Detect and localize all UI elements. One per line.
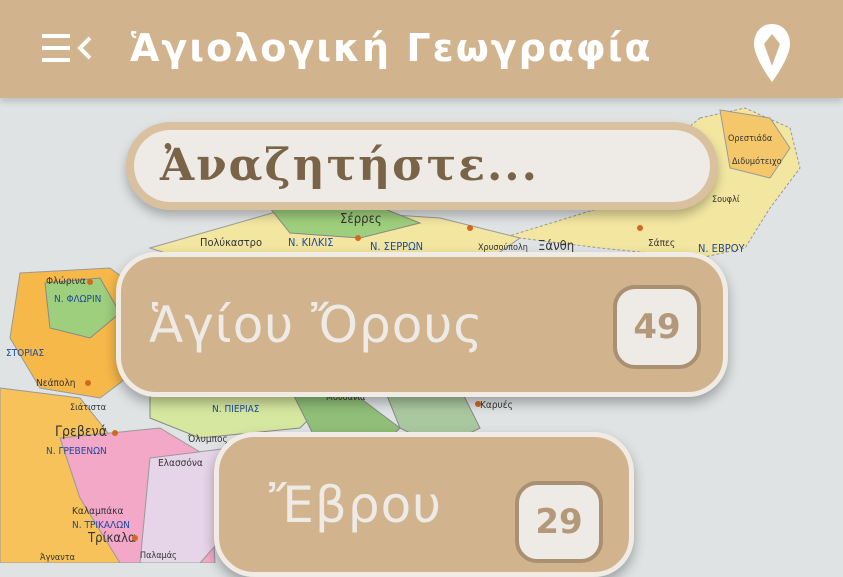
map-label-didymoteicho: Διδυμότειχο <box>732 156 782 167</box>
search-input[interactable]: Ἀναζητήστε... <box>134 130 710 202</box>
map-label-trikala: Τρίκαλα <box>87 531 136 546</box>
map-label-grevena: Γρεβενά <box>55 424 107 440</box>
menu-back-icon[interactable] <box>40 30 96 66</box>
map-label-sapes: Σάπες <box>648 237 675 249</box>
map-label-elassona: Ελασσόνα <box>158 457 203 469</box>
region-count-badge: 49 <box>613 285 701 369</box>
map-label-n-trikalon: Ν. ΤΡΙΚΑΛΩΝ <box>72 520 130 531</box>
app-header: Ἁγιολογική Γεωγραφία <box>0 0 843 98</box>
region-label: Ἔβρου <box>269 475 443 534</box>
map-label-n-grevenon: Ν. ΓΡΕΒΕΝΩΝ <box>46 446 107 457</box>
map-label-kastorias: ΣΤΟΡΙΑΣ <box>6 348 44 359</box>
map-label-serres: Σέρρες <box>340 212 382 227</box>
region-button-evrou[interactable]: Ἔβρου 29 <box>214 432 634 577</box>
map-label-n-florinas: Ν. ΦΛΩΡΙΝ <box>54 294 101 305</box>
map-label-soufli: Σουφλί <box>712 195 740 205</box>
search-placeholder: Ἀναζητήστε... <box>160 140 539 191</box>
region-label: Ἁγίου Ὄρους <box>149 295 484 354</box>
location-pin-icon[interactable] <box>752 22 792 84</box>
map-label-karyes: Καρυές <box>480 399 513 411</box>
map-label-siatista: Σιάτιστα <box>70 403 106 413</box>
map-label-orestiada: Ορεστιάδα <box>728 134 772 144</box>
map-label-florina: Φλώρινα <box>46 275 86 287</box>
map-label-n-pierias: Ν. ΠΙΕΡΙΑΣ <box>212 404 260 415</box>
map-label-n-evrou: Ν. ΕΒΡΟΥ <box>698 242 745 255</box>
map-label-n-kilkis: Ν. ΚΙΛΚΙΣ <box>288 236 334 249</box>
region-count-badge: 29 <box>515 481 603 563</box>
search-box[interactable]: Ἀναζητήστε... <box>126 122 718 210</box>
map-label-agnanta: Άγναντα <box>40 553 75 563</box>
app-title: Ἁγιολογική Γεωγραφία <box>130 26 653 70</box>
map-label-neapoli: Νεάπολη <box>36 377 75 389</box>
map-label-kalambaka: Καλαμπάκα <box>72 505 123 517</box>
region-button-agiou-orous[interactable]: Ἁγίου Ὄρους 49 <box>116 252 728 397</box>
map-label-olympos: Όλυμπος <box>187 433 228 445</box>
map-label-polykastro: Πολύκαστρο <box>200 236 262 249</box>
map-label-palamas: Παλαμάς <box>140 551 177 561</box>
